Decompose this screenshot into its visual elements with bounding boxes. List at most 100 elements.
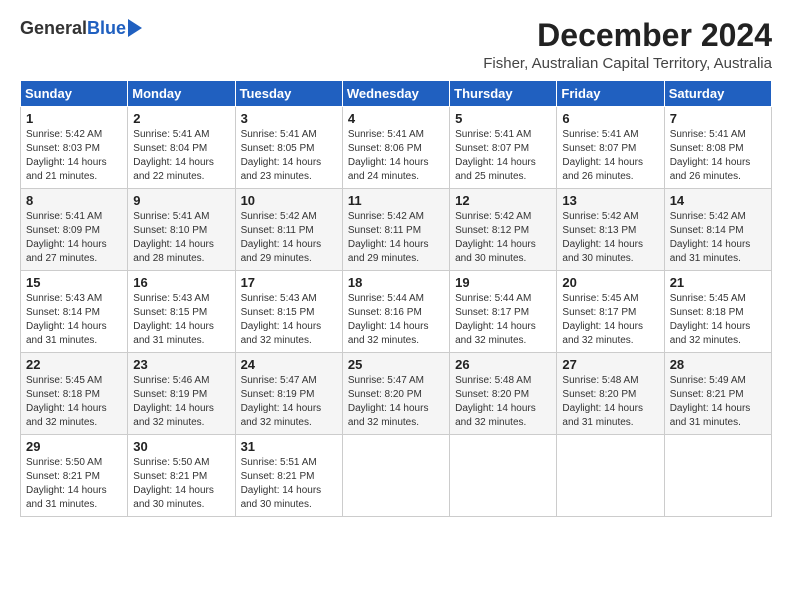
day-info: Sunrise: 5:47 AMSunset: 8:20 PMDaylight:… — [348, 375, 429, 428]
day-info: Sunrise: 5:42 AMSunset: 8:12 PMDaylight:… — [455, 211, 536, 264]
col-monday: Monday — [128, 81, 235, 107]
table-row — [342, 435, 449, 517]
day-number: 19 — [455, 275, 551, 290]
day-info: Sunrise: 5:41 AMSunset: 8:08 PMDaylight:… — [670, 129, 751, 182]
day-info: Sunrise: 5:42 AMSunset: 8:11 PMDaylight:… — [241, 211, 322, 264]
day-number: 3 — [241, 111, 337, 126]
day-number: 5 — [455, 111, 551, 126]
day-number: 9 — [133, 193, 229, 208]
day-number: 8 — [26, 193, 122, 208]
day-number: 13 — [562, 193, 658, 208]
table-row: 27 Sunrise: 5:48 AMSunset: 8:20 PMDaylig… — [557, 353, 664, 435]
day-info: Sunrise: 5:41 AMSunset: 8:07 PMDaylight:… — [562, 129, 643, 182]
table-row: 22 Sunrise: 5:45 AMSunset: 8:18 PMDaylig… — [21, 353, 128, 435]
logo-blue: Blue — [87, 18, 126, 39]
table-row: 23 Sunrise: 5:46 AMSunset: 8:19 PMDaylig… — [128, 353, 235, 435]
table-row: 31 Sunrise: 5:51 AMSunset: 8:21 PMDaylig… — [235, 435, 342, 517]
day-number: 21 — [670, 275, 766, 290]
day-number: 29 — [26, 439, 122, 454]
calendar-week-row: 1 Sunrise: 5:42 AMSunset: 8:03 PMDayligh… — [21, 107, 772, 189]
table-row: 24 Sunrise: 5:47 AMSunset: 8:19 PMDaylig… — [235, 353, 342, 435]
day-info: Sunrise: 5:41 AMSunset: 8:04 PMDaylight:… — [133, 129, 214, 182]
day-info: Sunrise: 5:41 AMSunset: 8:06 PMDaylight:… — [348, 129, 429, 182]
table-row: 3 Sunrise: 5:41 AMSunset: 8:05 PMDayligh… — [235, 107, 342, 189]
day-number: 18 — [348, 275, 444, 290]
table-row: 7 Sunrise: 5:41 AMSunset: 8:08 PMDayligh… — [664, 107, 771, 189]
table-row: 16 Sunrise: 5:43 AMSunset: 8:15 PMDaylig… — [128, 271, 235, 353]
day-number: 25 — [348, 357, 444, 372]
table-row: 18 Sunrise: 5:44 AMSunset: 8:16 PMDaylig… — [342, 271, 449, 353]
calendar-week-row: 15 Sunrise: 5:43 AMSunset: 8:14 PMDaylig… — [21, 271, 772, 353]
table-row: 1 Sunrise: 5:42 AMSunset: 8:03 PMDayligh… — [21, 107, 128, 189]
day-number: 14 — [670, 193, 766, 208]
day-info: Sunrise: 5:45 AMSunset: 8:18 PMDaylight:… — [670, 293, 751, 346]
table-row: 5 Sunrise: 5:41 AMSunset: 8:07 PMDayligh… — [450, 107, 557, 189]
table-row: 25 Sunrise: 5:47 AMSunset: 8:20 PMDaylig… — [342, 353, 449, 435]
table-row: 29 Sunrise: 5:50 AMSunset: 8:21 PMDaylig… — [21, 435, 128, 517]
title-block: December 2024 Fisher, Australian Capital… — [483, 18, 772, 72]
calendar-week-row: 29 Sunrise: 5:50 AMSunset: 8:21 PMDaylig… — [21, 435, 772, 517]
day-number: 6 — [562, 111, 658, 126]
day-number: 7 — [670, 111, 766, 126]
day-info: Sunrise: 5:43 AMSunset: 8:15 PMDaylight:… — [133, 293, 214, 346]
table-row: 4 Sunrise: 5:41 AMSunset: 8:06 PMDayligh… — [342, 107, 449, 189]
day-info: Sunrise: 5:45 AMSunset: 8:17 PMDaylight:… — [562, 293, 643, 346]
day-info: Sunrise: 5:44 AMSunset: 8:16 PMDaylight:… — [348, 293, 429, 346]
day-info: Sunrise: 5:42 AMSunset: 8:03 PMDaylight:… — [26, 129, 107, 182]
day-info: Sunrise: 5:50 AMSunset: 8:21 PMDaylight:… — [133, 457, 214, 510]
table-row: 13 Sunrise: 5:42 AMSunset: 8:13 PMDaylig… — [557, 189, 664, 271]
calendar-table: Sunday Monday Tuesday Wednesday Thursday… — [20, 80, 772, 517]
col-friday: Friday — [557, 81, 664, 107]
table-row: 8 Sunrise: 5:41 AMSunset: 8:09 PMDayligh… — [21, 189, 128, 271]
day-number: 10 — [241, 193, 337, 208]
day-info: Sunrise: 5:41 AMSunset: 8:05 PMDaylight:… — [241, 129, 322, 182]
table-row: 6 Sunrise: 5:41 AMSunset: 8:07 PMDayligh… — [557, 107, 664, 189]
col-tuesday: Tuesday — [235, 81, 342, 107]
day-number: 30 — [133, 439, 229, 454]
day-number: 23 — [133, 357, 229, 372]
col-saturday: Saturday — [664, 81, 771, 107]
table-row: 14 Sunrise: 5:42 AMSunset: 8:14 PMDaylig… — [664, 189, 771, 271]
logo-text: GeneralBlue — [20, 18, 142, 39]
table-row: 21 Sunrise: 5:45 AMSunset: 8:18 PMDaylig… — [664, 271, 771, 353]
day-number: 4 — [348, 111, 444, 126]
day-info: Sunrise: 5:48 AMSunset: 8:20 PMDaylight:… — [455, 375, 536, 428]
table-row: 20 Sunrise: 5:45 AMSunset: 8:17 PMDaylig… — [557, 271, 664, 353]
table-row: 10 Sunrise: 5:42 AMSunset: 8:11 PMDaylig… — [235, 189, 342, 271]
day-info: Sunrise: 5:41 AMSunset: 8:10 PMDaylight:… — [133, 211, 214, 264]
day-info: Sunrise: 5:43 AMSunset: 8:15 PMDaylight:… — [241, 293, 322, 346]
calendar-week-row: 8 Sunrise: 5:41 AMSunset: 8:09 PMDayligh… — [21, 189, 772, 271]
day-info: Sunrise: 5:42 AMSunset: 8:13 PMDaylight:… — [562, 211, 643, 264]
day-number: 26 — [455, 357, 551, 372]
table-row: 11 Sunrise: 5:42 AMSunset: 8:11 PMDaylig… — [342, 189, 449, 271]
table-row: 17 Sunrise: 5:43 AMSunset: 8:15 PMDaylig… — [235, 271, 342, 353]
day-info: Sunrise: 5:41 AMSunset: 8:09 PMDaylight:… — [26, 211, 107, 264]
table-row: 12 Sunrise: 5:42 AMSunset: 8:12 PMDaylig… — [450, 189, 557, 271]
day-number: 11 — [348, 193, 444, 208]
col-thursday: Thursday — [450, 81, 557, 107]
day-number: 28 — [670, 357, 766, 372]
day-number: 17 — [241, 275, 337, 290]
day-info: Sunrise: 5:47 AMSunset: 8:19 PMDaylight:… — [241, 375, 322, 428]
location-title: Fisher, Australian Capital Territory, Au… — [483, 55, 772, 72]
day-info: Sunrise: 5:49 AMSunset: 8:21 PMDaylight:… — [670, 375, 751, 428]
table-row: 9 Sunrise: 5:41 AMSunset: 8:10 PMDayligh… — [128, 189, 235, 271]
table-row: 28 Sunrise: 5:49 AMSunset: 8:21 PMDaylig… — [664, 353, 771, 435]
day-info: Sunrise: 5:44 AMSunset: 8:17 PMDaylight:… — [455, 293, 536, 346]
table-row — [450, 435, 557, 517]
header: GeneralBlue December 2024 Fisher, Austra… — [20, 18, 772, 72]
day-info: Sunrise: 5:42 AMSunset: 8:11 PMDaylight:… — [348, 211, 429, 264]
day-number: 20 — [562, 275, 658, 290]
day-info: Sunrise: 5:43 AMSunset: 8:14 PMDaylight:… — [26, 293, 107, 346]
logo: GeneralBlue — [20, 18, 142, 39]
day-number: 16 — [133, 275, 229, 290]
col-wednesday: Wednesday — [342, 81, 449, 107]
day-info: Sunrise: 5:46 AMSunset: 8:19 PMDaylight:… — [133, 375, 214, 428]
day-number: 12 — [455, 193, 551, 208]
day-info: Sunrise: 5:45 AMSunset: 8:18 PMDaylight:… — [26, 375, 107, 428]
calendar-week-row: 22 Sunrise: 5:45 AMSunset: 8:18 PMDaylig… — [21, 353, 772, 435]
table-row: 30 Sunrise: 5:50 AMSunset: 8:21 PMDaylig… — [128, 435, 235, 517]
table-row — [664, 435, 771, 517]
day-info: Sunrise: 5:42 AMSunset: 8:14 PMDaylight:… — [670, 211, 751, 264]
logo-general: General — [20, 18, 87, 39]
